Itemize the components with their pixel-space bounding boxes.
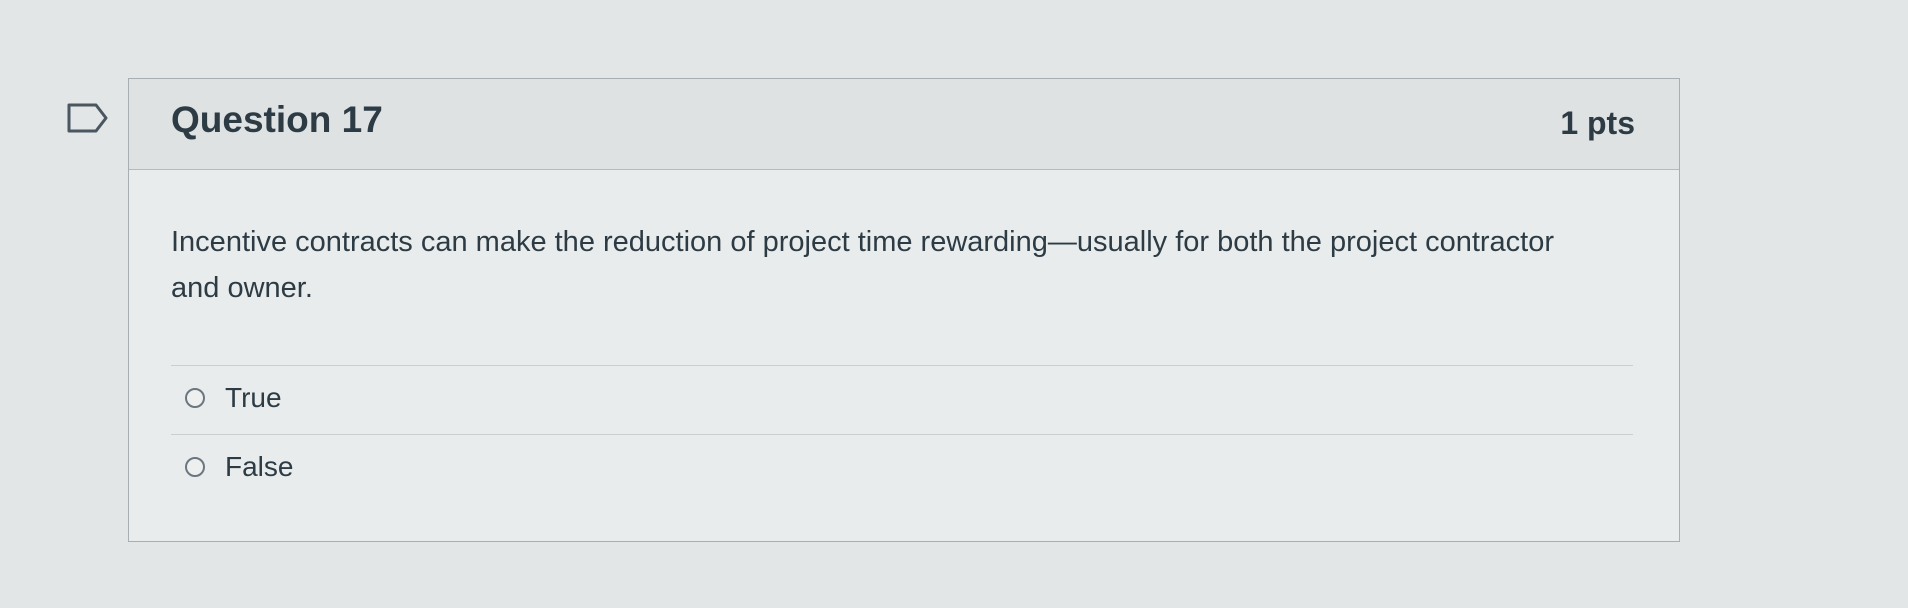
question-header: Question 17 1 pts (129, 79, 1679, 170)
radio-button[interactable] (185, 457, 205, 477)
question-card: Question 17 1 pts Incentive contracts ca… (128, 78, 1680, 542)
radio-button[interactable] (185, 388, 205, 408)
question-title: Question 17 (171, 99, 383, 140)
answer-list: True False (171, 365, 1633, 503)
answer-option-false[interactable]: False (171, 434, 1633, 503)
question-text: Incentive contracts can make the reducti… (171, 226, 1555, 304)
flag-question-icon[interactable] (66, 102, 110, 134)
answer-option-true[interactable]: True (171, 365, 1633, 434)
answer-label[interactable]: False (225, 451, 293, 483)
question-points: 1 pts (1560, 105, 1635, 141)
answer-label[interactable]: True (225, 382, 282, 414)
